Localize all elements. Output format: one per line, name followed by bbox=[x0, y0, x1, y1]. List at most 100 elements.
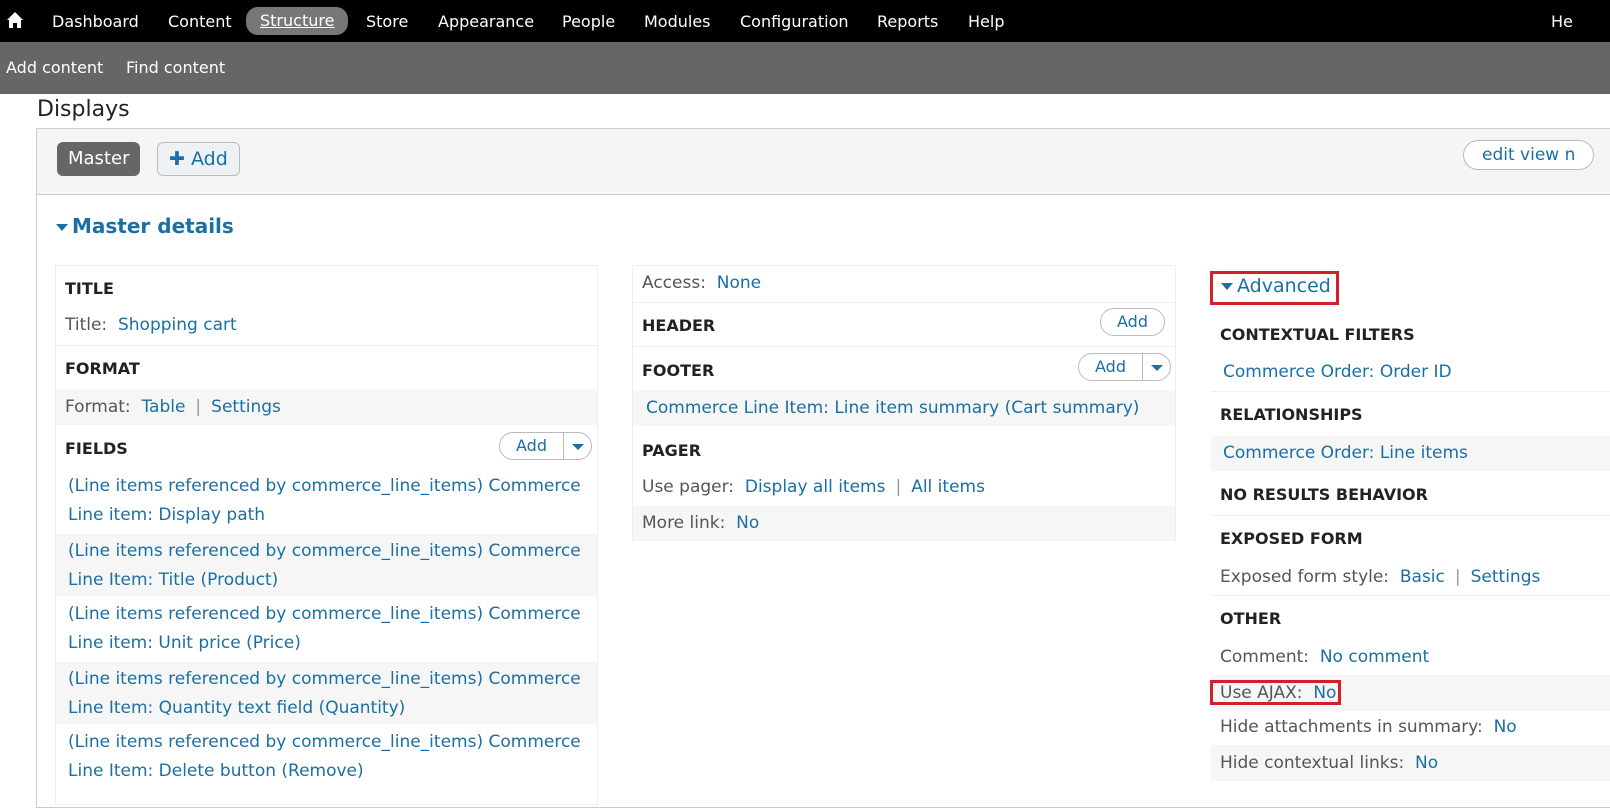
plus-icon: ✚ bbox=[169, 148, 185, 170]
highlight-box-advanced bbox=[1210, 271, 1339, 305]
left-column: TITLE Title: Shopping cart FORMAT Format… bbox=[55, 265, 598, 805]
comment-row: Comment: No comment bbox=[1211, 647, 1610, 667]
nav-modules[interactable]: Modules bbox=[644, 10, 711, 34]
hide-contextual-links-label: Hide contextual links: bbox=[1220, 753, 1405, 773]
nav-content[interactable]: Content bbox=[168, 10, 232, 34]
home-icon[interactable] bbox=[6, 11, 24, 29]
separator: | bbox=[1454, 567, 1461, 587]
footer-add-button[interactable]: Add bbox=[1078, 353, 1171, 381]
divider bbox=[56, 345, 597, 346]
field-item[interactable]: (Line items referenced by commerce_line_… bbox=[56, 472, 597, 530]
edit-view-name-button[interactable]: edit view n bbox=[1463, 140, 1595, 170]
nav-reports[interactable]: Reports bbox=[877, 10, 938, 34]
field-item-line1: (Line items referenced by commerce_line_… bbox=[68, 732, 581, 752]
format-settings-link[interactable]: Settings bbox=[211, 397, 281, 417]
pager-value-link[interactable]: Display all items bbox=[745, 477, 886, 497]
access-row: Access: None bbox=[633, 273, 1175, 293]
field-item-line2: Line Item: Delete button (Remove) bbox=[68, 761, 364, 781]
title-value-link[interactable]: Shopping cart bbox=[118, 315, 237, 335]
section-other-heading: OTHER bbox=[1220, 609, 1282, 628]
exposed-form-settings-link[interactable]: Settings bbox=[1471, 567, 1541, 587]
more-link-row: More link: No bbox=[633, 506, 1175, 541]
fields-add-button[interactable]: Add bbox=[499, 432, 592, 460]
section-fields-heading: FIELDS bbox=[65, 439, 128, 458]
more-link-label: More link: bbox=[642, 513, 726, 533]
exposed-form-label: Exposed form style: bbox=[1220, 567, 1390, 587]
divider bbox=[1211, 595, 1610, 596]
access-value-link[interactable]: None bbox=[717, 273, 761, 293]
field-item-line1: (Line items referenced by commerce_line_… bbox=[68, 541, 581, 561]
chevron-down-icon[interactable] bbox=[562, 433, 591, 459]
title-label: Title: bbox=[65, 315, 108, 335]
relationship-link[interactable]: Commerce Order: Line items bbox=[1223, 443, 1468, 463]
contextual-filter-row: Commerce Order: Order ID bbox=[1211, 362, 1610, 382]
display-tabs: Master ✚ Add edit view n bbox=[37, 129, 1610, 195]
field-item[interactable]: (Line items referenced by commerce_line_… bbox=[56, 662, 597, 724]
add-display-label: Add bbox=[190, 148, 228, 170]
nav-dashboard[interactable]: Dashboard bbox=[52, 10, 139, 34]
master-details-toggle[interactable]: Master details bbox=[56, 214, 234, 238]
nav-user-truncated[interactable]: He bbox=[1551, 10, 1573, 34]
right-column: Advanced CONTEXTUAL FILTERS Commerce Ord… bbox=[1211, 265, 1610, 805]
section-footer-heading: FOOTER bbox=[642, 361, 715, 380]
field-item[interactable]: (Line items referenced by commerce_line_… bbox=[56, 534, 597, 596]
header-add-button[interactable]: Add bbox=[1100, 308, 1165, 336]
nav-configuration[interactable]: Configuration bbox=[740, 10, 849, 34]
nav-structure[interactable]: Structure bbox=[246, 7, 349, 35]
relationship-row: Commerce Order: Line items bbox=[1211, 436, 1610, 471]
separator: | bbox=[895, 477, 902, 497]
shortcuts-bar: Add content Find content bbox=[0, 42, 1610, 94]
footer-item-row: Commerce Line Item: Line item summary (C… bbox=[633, 390, 1175, 426]
section-contextual-filters-heading: CONTEXTUAL FILTERS bbox=[1220, 325, 1415, 344]
field-item[interactable]: (Line items referenced by commerce_line_… bbox=[56, 600, 597, 658]
pager-label: Use pager: bbox=[642, 477, 735, 497]
exposed-form-value-link[interactable]: Basic bbox=[1400, 567, 1445, 587]
hide-attachments-value-link[interactable]: No bbox=[1494, 717, 1517, 737]
footer-add-label: Add bbox=[1095, 357, 1126, 376]
field-item-line1: (Line items referenced by commerce_line_… bbox=[68, 476, 581, 496]
section-format-heading: FORMAT bbox=[65, 359, 140, 378]
nav-appearance[interactable]: Appearance bbox=[438, 10, 534, 34]
divider bbox=[1211, 515, 1610, 516]
admin-toolbar: Dashboard Content Structure Store Appear… bbox=[0, 0, 1610, 42]
section-header-heading: HEADER bbox=[642, 316, 716, 335]
separator: | bbox=[195, 397, 202, 417]
nav-store[interactable]: Store bbox=[366, 10, 408, 34]
access-label: Access: bbox=[642, 273, 706, 293]
comment-label: Comment: bbox=[1220, 647, 1310, 667]
footer-item-link[interactable]: Commerce Line Item: Line item summary (C… bbox=[646, 398, 1139, 418]
field-item-line1: (Line items referenced by commerce_line_… bbox=[68, 604, 581, 624]
title-row: Title: Shopping cart bbox=[56, 315, 597, 345]
comment-value-link[interactable]: No comment bbox=[1320, 647, 1429, 667]
highlight-box-use-ajax bbox=[1210, 680, 1341, 705]
triangle-down-icon bbox=[56, 224, 68, 231]
hide-contextual-links-row: Hide contextual links: No bbox=[1211, 745, 1610, 781]
field-item-line2: Line Item: Quantity text field (Quantity… bbox=[68, 698, 406, 718]
nav-help[interactable]: Help bbox=[968, 10, 1004, 34]
format-value-link[interactable]: Table bbox=[141, 397, 185, 417]
hide-attachments-label: Hide attachments in summary: bbox=[1220, 717, 1483, 737]
field-item-line2: Line item: Display path bbox=[68, 505, 266, 525]
contextual-filter-link[interactable]: Commerce Order: Order ID bbox=[1223, 362, 1452, 382]
section-no-results-heading: NO RESULTS BEHAVIOR bbox=[1220, 485, 1428, 504]
more-link-value[interactable]: No bbox=[736, 513, 759, 533]
divider bbox=[633, 346, 1175, 347]
pager-options-link[interactable]: All items bbox=[911, 477, 985, 497]
field-item[interactable]: (Line items referenced by commerce_line_… bbox=[56, 728, 597, 786]
shortcut-add-content[interactable]: Add content bbox=[6, 58, 103, 77]
master-details-label: Master details bbox=[72, 214, 234, 238]
field-item-line2: Line item: Unit price (Price) bbox=[68, 633, 301, 653]
section-title-heading: TITLE bbox=[65, 279, 114, 298]
header-add-label: Add bbox=[1117, 312, 1148, 331]
field-item-line1: (Line items referenced by commerce_line_… bbox=[68, 669, 581, 689]
shortcut-find-content[interactable]: Find content bbox=[126, 58, 225, 77]
field-item-line2: Line Item: Title (Product) bbox=[68, 570, 279, 590]
format-row: Format: Table | Settings bbox=[56, 389, 597, 425]
pager-row: Use pager: Display all items | All items bbox=[633, 477, 1175, 497]
chevron-down-icon[interactable] bbox=[1141, 354, 1170, 380]
add-display-button[interactable]: ✚ Add bbox=[157, 142, 240, 176]
section-pager-heading: PAGER bbox=[642, 441, 702, 460]
nav-people[interactable]: People bbox=[562, 10, 615, 34]
hide-contextual-links-value-link[interactable]: No bbox=[1415, 753, 1438, 773]
tab-master[interactable]: Master bbox=[57, 142, 141, 176]
